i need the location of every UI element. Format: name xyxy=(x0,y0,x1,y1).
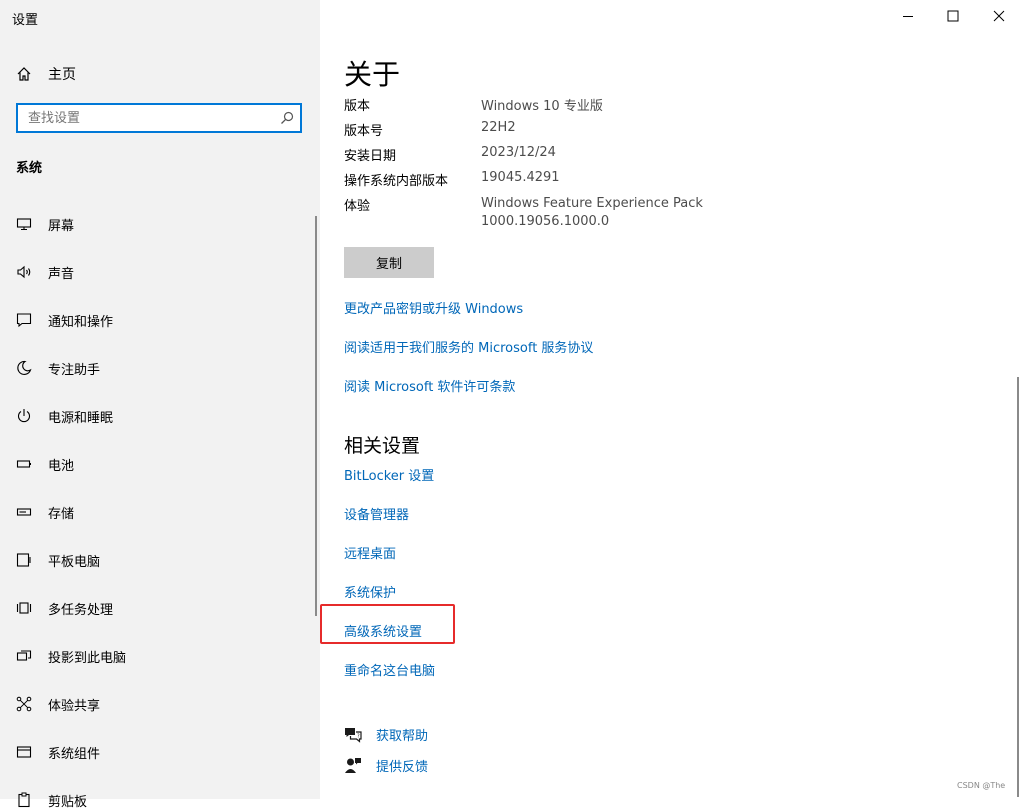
sidebar-item-label: 声音 xyxy=(48,266,75,282)
sidebar-item-power[interactable]: 电源和睡眠 xyxy=(16,405,113,427)
sidebar-item-label: 剪贴板 xyxy=(48,794,88,810)
share-icon xyxy=(16,696,32,712)
system-protection-link[interactable]: 系统保护 xyxy=(344,582,396,601)
main-scrollbar[interactable] xyxy=(1017,377,1019,797)
spec-label: 版本 xyxy=(344,99,371,114)
spec-label: 版本号 xyxy=(344,124,384,139)
clipboard-icon xyxy=(18,792,30,808)
feedback-icon xyxy=(345,757,361,773)
sidebar-item-tablet[interactable]: 平板电脑 xyxy=(16,549,100,571)
sidebar-item-notifications[interactable]: 通知和操作 xyxy=(16,309,113,331)
sidebar-item-label: 电源和睡眠 xyxy=(48,410,114,426)
moon-icon xyxy=(17,360,32,376)
sidebar-item-system-components[interactable]: 系统组件 xyxy=(16,741,100,763)
search-box[interactable] xyxy=(16,103,302,133)
get-help-link[interactable]: ? 获取帮助 xyxy=(344,725,428,744)
home-link[interactable]: 主页 xyxy=(16,63,76,85)
maximize-icon[interactable] xyxy=(945,8,961,24)
help-chat-icon: ? xyxy=(345,727,362,743)
sidebar-item-multitasking[interactable]: 多任务处理 xyxy=(16,597,113,619)
sidebar-item-battery[interactable]: 电池 xyxy=(16,453,74,475)
sidebar-scrollbar[interactable] xyxy=(315,216,317,616)
spec-value: 22H2 xyxy=(481,120,516,135)
sidebar-item-label: 投影到此电脑 xyxy=(48,650,127,666)
sidebar-item-label: 电池 xyxy=(48,458,75,474)
change-product-key-link[interactable]: 更改产品密钥或升级 Windows xyxy=(344,298,523,317)
give-feedback-label: 提供反馈 xyxy=(376,760,429,775)
sidebar-item-label: 体验共享 xyxy=(48,698,101,714)
sidebar-item-sound[interactable]: 声音 xyxy=(16,261,74,283)
spec-value: 2023/12/24 xyxy=(481,145,556,160)
copy-button[interactable]: 复制 xyxy=(344,247,434,278)
spec-value: Windows Feature Experience Pack xyxy=(481,196,703,211)
sidebar-item-label: 专注助手 xyxy=(48,362,101,378)
speaker-icon xyxy=(17,265,31,279)
main-content: 关于 版本 Windows 10 专业版 版本号 22H2 安装日期 2023/… xyxy=(320,0,1022,799)
sidebar-item-clipboard[interactable]: 剪贴板 xyxy=(16,789,87,811)
tablet-icon xyxy=(16,553,31,567)
sidebar-item-label: 屏幕 xyxy=(48,218,75,234)
search-input[interactable] xyxy=(18,105,268,131)
svg-text:?: ? xyxy=(357,733,360,739)
sidebar-item-label: 多任务处理 xyxy=(48,602,114,618)
device-manager-link[interactable]: 设备管理器 xyxy=(344,504,409,523)
close-icon[interactable] xyxy=(991,8,1007,24)
spec-label: 安装日期 xyxy=(344,149,397,164)
related-settings-title: 相关设置 xyxy=(344,435,421,457)
sidebar-item-focus-assist[interactable]: 专注助手 xyxy=(16,357,100,379)
spec-value: 19045.4291 xyxy=(481,170,560,185)
sidebar-item-label: 平板电脑 xyxy=(48,554,101,570)
project-icon xyxy=(16,650,32,661)
sidebar-item-label: 系统组件 xyxy=(48,746,101,762)
remote-desktop-link[interactable]: 远程桌面 xyxy=(344,543,396,562)
bitlocker-settings-link[interactable]: BitLocker 设置 xyxy=(344,465,434,484)
spec-value-line2: 1000.19056.1000.0 xyxy=(481,214,610,229)
page-title: 关于 xyxy=(344,58,401,91)
rename-pc-link[interactable]: 重命名这台电脑 xyxy=(344,660,435,679)
give-feedback-link[interactable]: 提供反馈 xyxy=(344,756,428,775)
sidebar: 设置 主页 系统 屏幕 声音 通知和操作 专注助手 电源和睡眠 电池 存储 平板… xyxy=(0,0,320,810)
sidebar-item-label: 存储 xyxy=(48,506,75,522)
sidebar-item-label: 通知和操作 xyxy=(48,314,114,330)
display-icon xyxy=(16,218,32,231)
sidebar-item-display[interactable]: 屏幕 xyxy=(16,213,74,235)
multitask-icon xyxy=(16,602,32,614)
minimize-icon[interactable] xyxy=(900,8,916,24)
spec-value: Windows 10 专业版 xyxy=(481,99,603,114)
highlight-annotation-box xyxy=(320,604,455,644)
spec-label: 体验 xyxy=(344,199,371,214)
sidebar-item-shared-experiences[interactable]: 体验共享 xyxy=(16,693,100,715)
license-terms-link[interactable]: 阅读 Microsoft 软件许可条款 xyxy=(344,376,515,395)
storage-icon xyxy=(16,508,32,516)
sidebar-item-project[interactable]: 投影到此电脑 xyxy=(16,645,126,667)
home-label: 主页 xyxy=(48,67,76,83)
window-title: 设置 xyxy=(12,13,39,28)
section-title: 系统 xyxy=(16,161,43,176)
get-help-label: 获取帮助 xyxy=(376,729,429,744)
components-icon xyxy=(16,746,32,758)
spec-label: 操作系统内部版本 xyxy=(344,174,449,189)
watermark: CSDN @The xyxy=(957,781,1006,790)
notification-icon xyxy=(16,313,32,328)
search-icon[interactable] xyxy=(280,111,294,125)
sidebar-item-storage[interactable]: 存储 xyxy=(16,501,74,523)
home-icon xyxy=(17,67,31,81)
power-icon xyxy=(17,409,31,423)
battery-icon xyxy=(16,460,31,468)
service-agreement-link[interactable]: 阅读适用于我们服务的 Microsoft 服务协议 xyxy=(344,337,593,356)
